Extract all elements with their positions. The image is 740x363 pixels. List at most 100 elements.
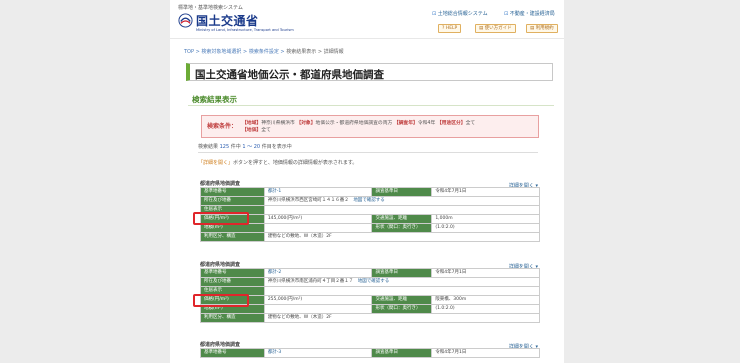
breadcrumb: TOP > 検索対象地域選択 > 検索条件設定 > 検索結果表示 > 詳細情報	[184, 48, 344, 55]
page-title-box: 国土交通省地価公示・都道府県地価調査	[186, 63, 553, 81]
table-row: 基準地番号 都計-1 調査基準日 令和4年7月1日	[201, 188, 540, 197]
location-label: 所在及び地番	[201, 278, 265, 286]
note-text: ボタンを押すと、地価情報の詳細情報が表示されます。	[233, 160, 358, 166]
result-suffix: 件目を表示中	[261, 144, 292, 150]
table-row: 住居表示	[201, 287, 540, 296]
logo-title[interactable]: 国土交通省	[196, 12, 259, 29]
mlit-logo-icon[interactable]	[178, 13, 193, 28]
record-heading: 都道府県地価調査	[200, 262, 241, 268]
section-divider	[188, 105, 554, 106]
number-label: 基準地番号	[201, 349, 265, 357]
date-value: 令和4年7月1日	[432, 269, 540, 277]
breadcrumb-results: 検索結果表示	[286, 49, 317, 55]
location-text: 神奈川県横浜市南区浦舟町４丁目２番１７	[267, 279, 354, 284]
terms-button[interactable]: ▤ 利用規約	[526, 24, 558, 33]
real-estate-bureau-link[interactable]: ⊡ 不動産・建設経済局	[504, 10, 555, 17]
result-total: 125	[219, 144, 230, 150]
record-heading: 都道府県地価調査	[200, 181, 241, 187]
price-highlight-box	[193, 212, 249, 225]
use-value: 全て	[465, 121, 476, 126]
table-row: 地積(m²) 形状（間口：奥行き） (1.0:2.0)	[201, 305, 540, 314]
search-condition-box: 検索条件： 【地域】神奈川県横浜市 【対象】地価公示・都道府県地価調査の両方 【…	[201, 115, 539, 138]
area-label: 地積(m²)	[201, 224, 265, 232]
use-tag: 【用途区分】	[436, 121, 466, 126]
shape-label: 形状（間口：奥行き）	[372, 224, 433, 232]
access-label: 交通施設、距離	[372, 215, 433, 223]
record-table: 基準地番号 都計-3 調査基準日 令和4年7月1日	[200, 348, 540, 358]
price-tag: 【地価】	[242, 128, 262, 133]
breadcrumb-top[interactable]: TOP	[184, 49, 194, 55]
breadcrumb-region[interactable]: 検索対象地域選択	[201, 49, 241, 55]
location-value: 神奈川県横浜市南区浦舟町４丁目２番１７ 地図で確認する	[265, 278, 540, 286]
location-value: 神奈川県横浜市西区宮崎町１４１６番２ 地図で確認する	[265, 197, 540, 205]
region-tag: 【地域】	[242, 121, 262, 126]
date-label: 調査基準日	[372, 349, 433, 357]
breadcrumb-separator: >	[280, 49, 285, 55]
table-row: 利用区分、構造 建物などの敷地、W（木造）2F	[201, 233, 540, 242]
table-row: 所在及び地番 神奈川県横浜市南区浦舟町４丁目２番１７ 地図で確認する	[201, 278, 540, 287]
page-title: 国土交通省地価公示・都道府県地価調査	[195, 69, 384, 81]
location-text: 神奈川県横浜市西区宮崎町１４１６番２	[267, 198, 349, 203]
section-title: 検索結果表示	[192, 95, 237, 104]
location-label: 所在及び地番	[201, 197, 265, 205]
record-heading: 都道府県地価調査	[200, 342, 241, 348]
logo-subtitle: Ministry of Land, Infrastructure, Transp…	[196, 28, 294, 32]
access-label: 交通施設、距離	[372, 296, 433, 304]
number-value[interactable]: 都計-2	[265, 269, 373, 277]
area-value	[265, 224, 373, 232]
table-row: 利用区分、構造 建物などの敷地、W（木造）2F	[201, 314, 540, 323]
real-estate-bureau-label: 不動産・建設経済局	[509, 11, 555, 17]
table-row: 基準地番号 都計-2 調査基準日 令和4年7月1日	[201, 269, 540, 278]
divider	[198, 152, 538, 153]
result-prefix: 検索結果	[198, 144, 219, 150]
use-value: 建物などの敷地、W（木造）2F	[265, 314, 540, 322]
page-content: 標準地・基準地検索システム 国土交通省 Ministry of Land, In…	[170, 0, 564, 363]
target-value: 地価公示・都道府県地価調査の両方	[315, 121, 393, 126]
usage-guide-label: 使い方ガイド	[484, 26, 512, 31]
result-mid: 件中	[230, 144, 241, 150]
terms-label: 利用規約	[535, 26, 554, 31]
table-row: 価格(円/m²) 145,000(円/m²) 交通施設、距離 1,000m	[201, 215, 540, 224]
detail-note: 「詳細を開く」ボタンを押すと、地価情報の詳細情報が表示されます。	[198, 159, 357, 166]
map-link[interactable]: 地図で確認する	[358, 279, 390, 284]
land-info-system-label: 土地総合情報システム	[437, 11, 488, 17]
usage-guide-button[interactable]: ▤ 使い方ガイド	[475, 24, 516, 33]
land-info-system-link[interactable]: ⊡ 土地総合情報システム	[432, 10, 488, 17]
residence-value	[265, 287, 540, 295]
access-value: 1,000m	[432, 215, 540, 223]
search-condition-text: 【地域】神奈川県横浜市 【対象】地価公示・都道府県地価調査の両方 【調査年】令和…	[242, 120, 534, 134]
table-row: 基準地番号 都計-3 調査基準日 令和4年7月1日	[201, 349, 540, 358]
system-name: 標準地・基準地検索システム	[178, 5, 243, 11]
shape-value: (1.0:2.0)	[432, 224, 540, 232]
table-row: 住居表示	[201, 206, 540, 215]
help-label: HELP	[445, 26, 458, 31]
result-count: 検索結果 125 件中 1 ～ 20 件目を表示中	[198, 143, 292, 150]
price-highlight-box	[193, 294, 249, 307]
breadcrumb-conditions[interactable]: 検索条件設定	[249, 49, 279, 55]
year-value: 令和4年	[417, 121, 436, 126]
table-row: 所在及び地番 神奈川県横浜市西区宮崎町１４１６番２ 地図で確認する	[201, 197, 540, 206]
residence-value	[265, 206, 540, 214]
table-row: 地積(m²) 形状（間口：奥行き） (1.0:2.0)	[201, 224, 540, 233]
date-label: 調査基準日	[372, 269, 433, 277]
date-label: 調査基準日	[372, 188, 433, 196]
record-table: 基準地番号 都計-1 調査基準日 令和4年7月1日 所在及び地番 神奈川県横浜市…	[200, 187, 540, 242]
date-value: 令和4年7月1日	[432, 188, 540, 196]
target-tag: 【対象】	[296, 121, 316, 126]
map-link[interactable]: 地図で確認する	[353, 198, 385, 203]
note-button-label: 「詳細を開く」	[198, 160, 234, 166]
year-tag: 【調査年】	[393, 121, 418, 126]
use-label: 利用区分、構造	[201, 233, 265, 241]
site-header: 標準地・基準地検索システム 国土交通省 Ministry of Land, In…	[170, 0, 564, 39]
price-value: 255,000(円/m²)	[265, 296, 373, 304]
help-button[interactable]: ? HELP	[438, 24, 462, 33]
price-value: 145,000(円/m²)	[265, 215, 373, 223]
price-value: 全て	[261, 128, 271, 133]
number-value[interactable]: 都計-1	[265, 188, 373, 196]
number-value[interactable]: 都計-3	[265, 349, 373, 357]
date-value: 令和4年7月1日	[432, 349, 540, 357]
shape-label: 形状（間口：奥行き）	[372, 305, 433, 313]
use-value: 建物などの敷地、W（木造）2F	[265, 233, 540, 241]
breadcrumb-separator: >	[317, 49, 323, 55]
table-row: 価格(円/m²) 255,000(円/m²) 交通施設、距離 阪東橋、300m	[201, 296, 540, 305]
